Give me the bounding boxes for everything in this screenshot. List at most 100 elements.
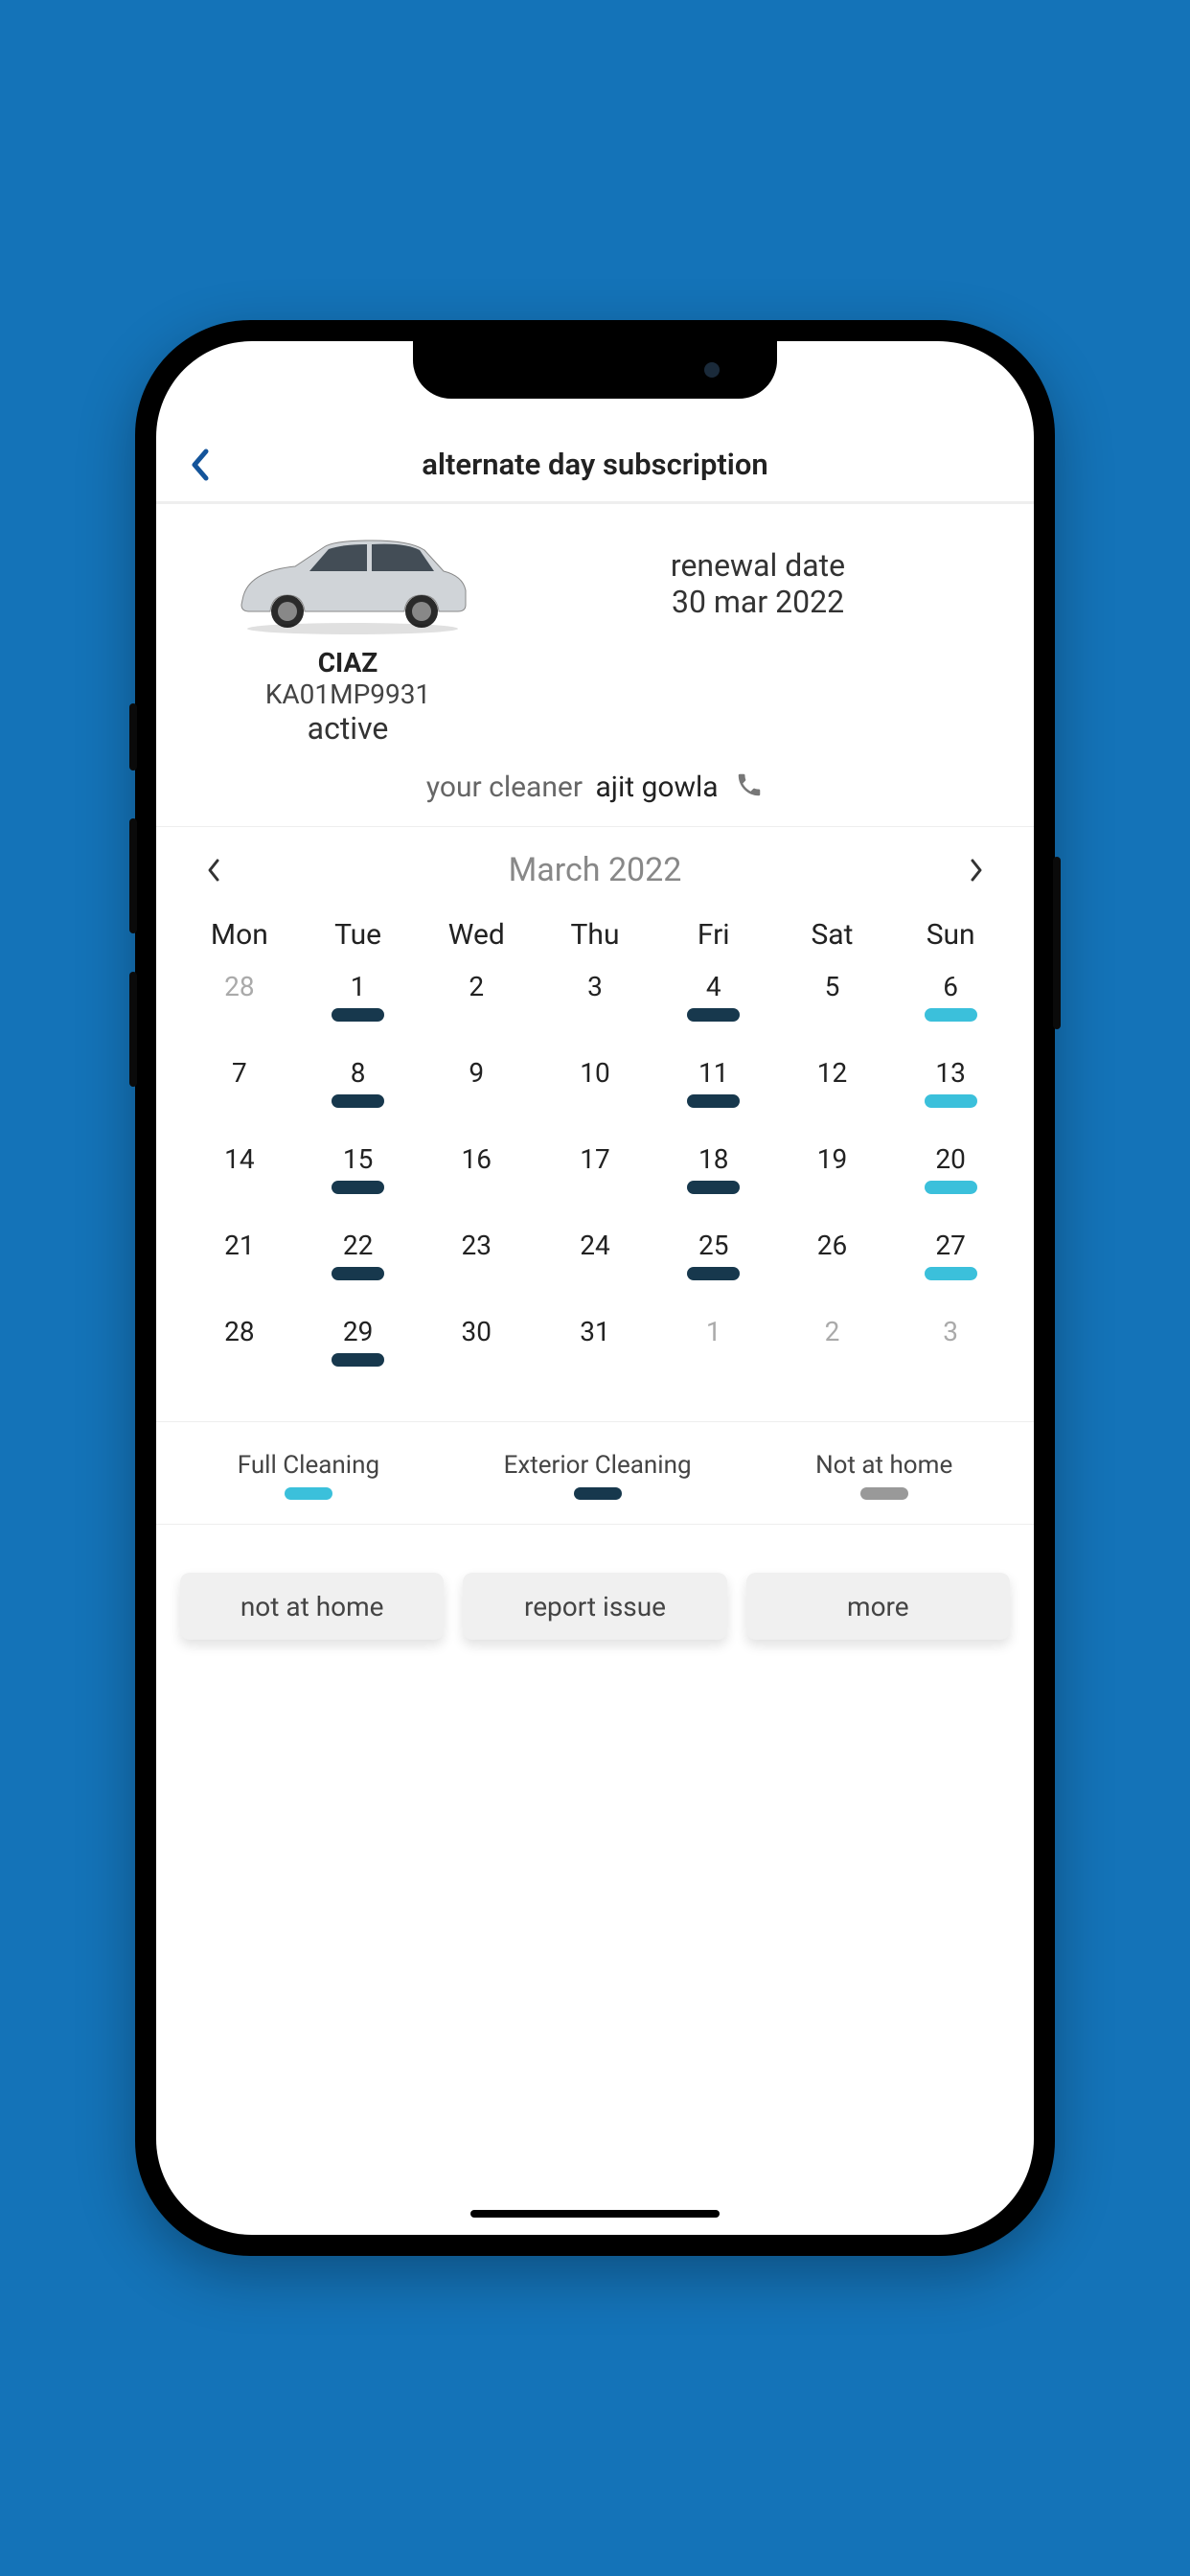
back-button[interactable]	[180, 446, 218, 484]
calendar-day[interactable]: 10	[536, 1047, 654, 1134]
day-number: 7	[180, 1057, 299, 1089]
day-number: 25	[654, 1230, 773, 1261]
chevron-left-icon	[189, 448, 210, 482]
legend-label: Exterior Cleaning	[504, 1451, 692, 1480]
day-marker	[332, 1008, 384, 1022]
calendar-day[interactable]: 1	[299, 961, 418, 1047]
calendar-day[interactable]: 1	[654, 1306, 773, 1392]
day-number: 26	[773, 1230, 892, 1261]
calendar-day[interactable]: 30	[417, 1306, 536, 1392]
day-number: 5	[773, 971, 892, 1002]
calendar-day[interactable]: 20	[891, 1134, 1010, 1220]
weekday-header: MonTueWedThuFriSatSun	[175, 918, 1015, 952]
weekday-label: Fri	[654, 918, 773, 952]
calendar-day[interactable]: 12	[773, 1047, 892, 1134]
weekday-label: Mon	[180, 918, 299, 952]
calendar-day[interactable]: 5	[773, 961, 892, 1047]
day-number: 1	[299, 971, 418, 1002]
next-month-button[interactable]	[962, 856, 991, 885]
day-number: 29	[299, 1316, 418, 1347]
day-marker	[925, 1008, 977, 1022]
weekday-label: Sat	[773, 918, 892, 952]
calendar-day[interactable]: 28	[180, 1306, 299, 1392]
calendar-day[interactable]: 4	[654, 961, 773, 1047]
legend-swatch	[285, 1487, 332, 1500]
day-number: 10	[536, 1057, 654, 1089]
calendar-day[interactable]: 9	[417, 1047, 536, 1134]
vehicle-plate: KA01MP9931	[185, 678, 511, 710]
prev-month-button[interactable]	[199, 856, 228, 885]
weekday-label: Sun	[891, 918, 1010, 952]
calendar-day[interactable]: 21	[180, 1220, 299, 1306]
chevron-right-icon	[969, 858, 984, 883]
cleaner-name: ajit gowla	[595, 770, 718, 804]
calendar-day[interactable]: 31	[536, 1306, 654, 1392]
calendar: March 2022 MonTueWedThuFriSatSun 2812345…	[156, 827, 1034, 1422]
calendar-day[interactable]: 17	[536, 1134, 654, 1220]
calendar-day[interactable]: 28	[180, 961, 299, 1047]
calendar-day[interactable]: 13	[891, 1047, 1010, 1134]
day-number: 9	[417, 1057, 536, 1089]
day-marker	[332, 1094, 384, 1108]
cleaner-row: your cleaner ajit gowla	[185, 770, 1005, 807]
day-number: 2	[417, 971, 536, 1002]
calendar-day[interactable]: 2	[773, 1306, 892, 1392]
page-title: alternate day subscription	[218, 447, 972, 482]
legend-item: Exterior Cleaning	[504, 1451, 692, 1500]
day-marker	[687, 1267, 740, 1280]
day-number: 19	[773, 1143, 892, 1175]
legend: Full Cleaning Exterior Cleaning Not at hom…	[156, 1422, 1034, 1525]
not-at-home-button[interactable]: not at home	[180, 1573, 444, 1640]
day-number: 28	[180, 971, 299, 1002]
calendar-day[interactable]: 18	[654, 1134, 773, 1220]
chevron-left-icon	[206, 858, 221, 883]
day-number: 11	[654, 1057, 773, 1089]
calendar-day[interactable]: 11	[654, 1047, 773, 1134]
calendar-day[interactable]: 24	[536, 1220, 654, 1306]
subscription-info: CIAZ KA01MP9931 active renewal date 30 m…	[156, 504, 1034, 827]
calendar-day[interactable]: 16	[417, 1134, 536, 1220]
legend-label: Not at home	[815, 1451, 952, 1480]
calendar-day[interactable]: 22	[299, 1220, 418, 1306]
calendar-day[interactable]: 7	[180, 1047, 299, 1134]
day-number: 23	[417, 1230, 536, 1261]
day-number: 30	[417, 1316, 536, 1347]
day-marker	[332, 1267, 384, 1280]
day-number: 27	[891, 1230, 1010, 1261]
calendar-day[interactable]: 3	[891, 1306, 1010, 1392]
legend-label: Full Cleaning	[238, 1451, 379, 1480]
calendar-day[interactable]: 25	[654, 1220, 773, 1306]
phone-icon[interactable]	[735, 770, 764, 807]
home-indicator[interactable]	[470, 2210, 720, 2218]
weekday-label: Thu	[536, 918, 654, 952]
day-marker	[925, 1267, 977, 1280]
report-issue-button[interactable]: report issue	[463, 1573, 726, 1640]
legend-item: Full Cleaning	[238, 1451, 379, 1500]
day-marker	[332, 1353, 384, 1367]
day-number: 4	[654, 971, 773, 1002]
day-number: 12	[773, 1057, 892, 1089]
calendar-day[interactable]: 29	[299, 1306, 418, 1392]
calendar-day[interactable]: 15	[299, 1134, 418, 1220]
weekday-label: Tue	[299, 918, 418, 952]
calendar-day[interactable]: 6	[891, 961, 1010, 1047]
day-number: 13	[891, 1057, 1010, 1089]
calendar-day[interactable]: 19	[773, 1134, 892, 1220]
legend-swatch	[574, 1487, 622, 1500]
calendar-day[interactable]: 2	[417, 961, 536, 1047]
calendar-day[interactable]: 14	[180, 1134, 299, 1220]
calendar-day[interactable]: 26	[773, 1220, 892, 1306]
day-number: 18	[654, 1143, 773, 1175]
day-number: 17	[536, 1143, 654, 1175]
day-marker	[332, 1181, 384, 1194]
day-number: 20	[891, 1143, 1010, 1175]
calendar-day[interactable]: 27	[891, 1220, 1010, 1306]
calendar-day[interactable]: 8	[299, 1047, 418, 1134]
renewal-date: 30 mar 2022	[511, 584, 1005, 620]
vehicle-name: CIAZ	[185, 647, 511, 678]
more-button[interactable]: more	[746, 1573, 1010, 1640]
day-marker	[687, 1008, 740, 1022]
calendar-day[interactable]: 3	[536, 961, 654, 1047]
legend-item: Not at home	[815, 1451, 952, 1500]
calendar-day[interactable]: 23	[417, 1220, 536, 1306]
